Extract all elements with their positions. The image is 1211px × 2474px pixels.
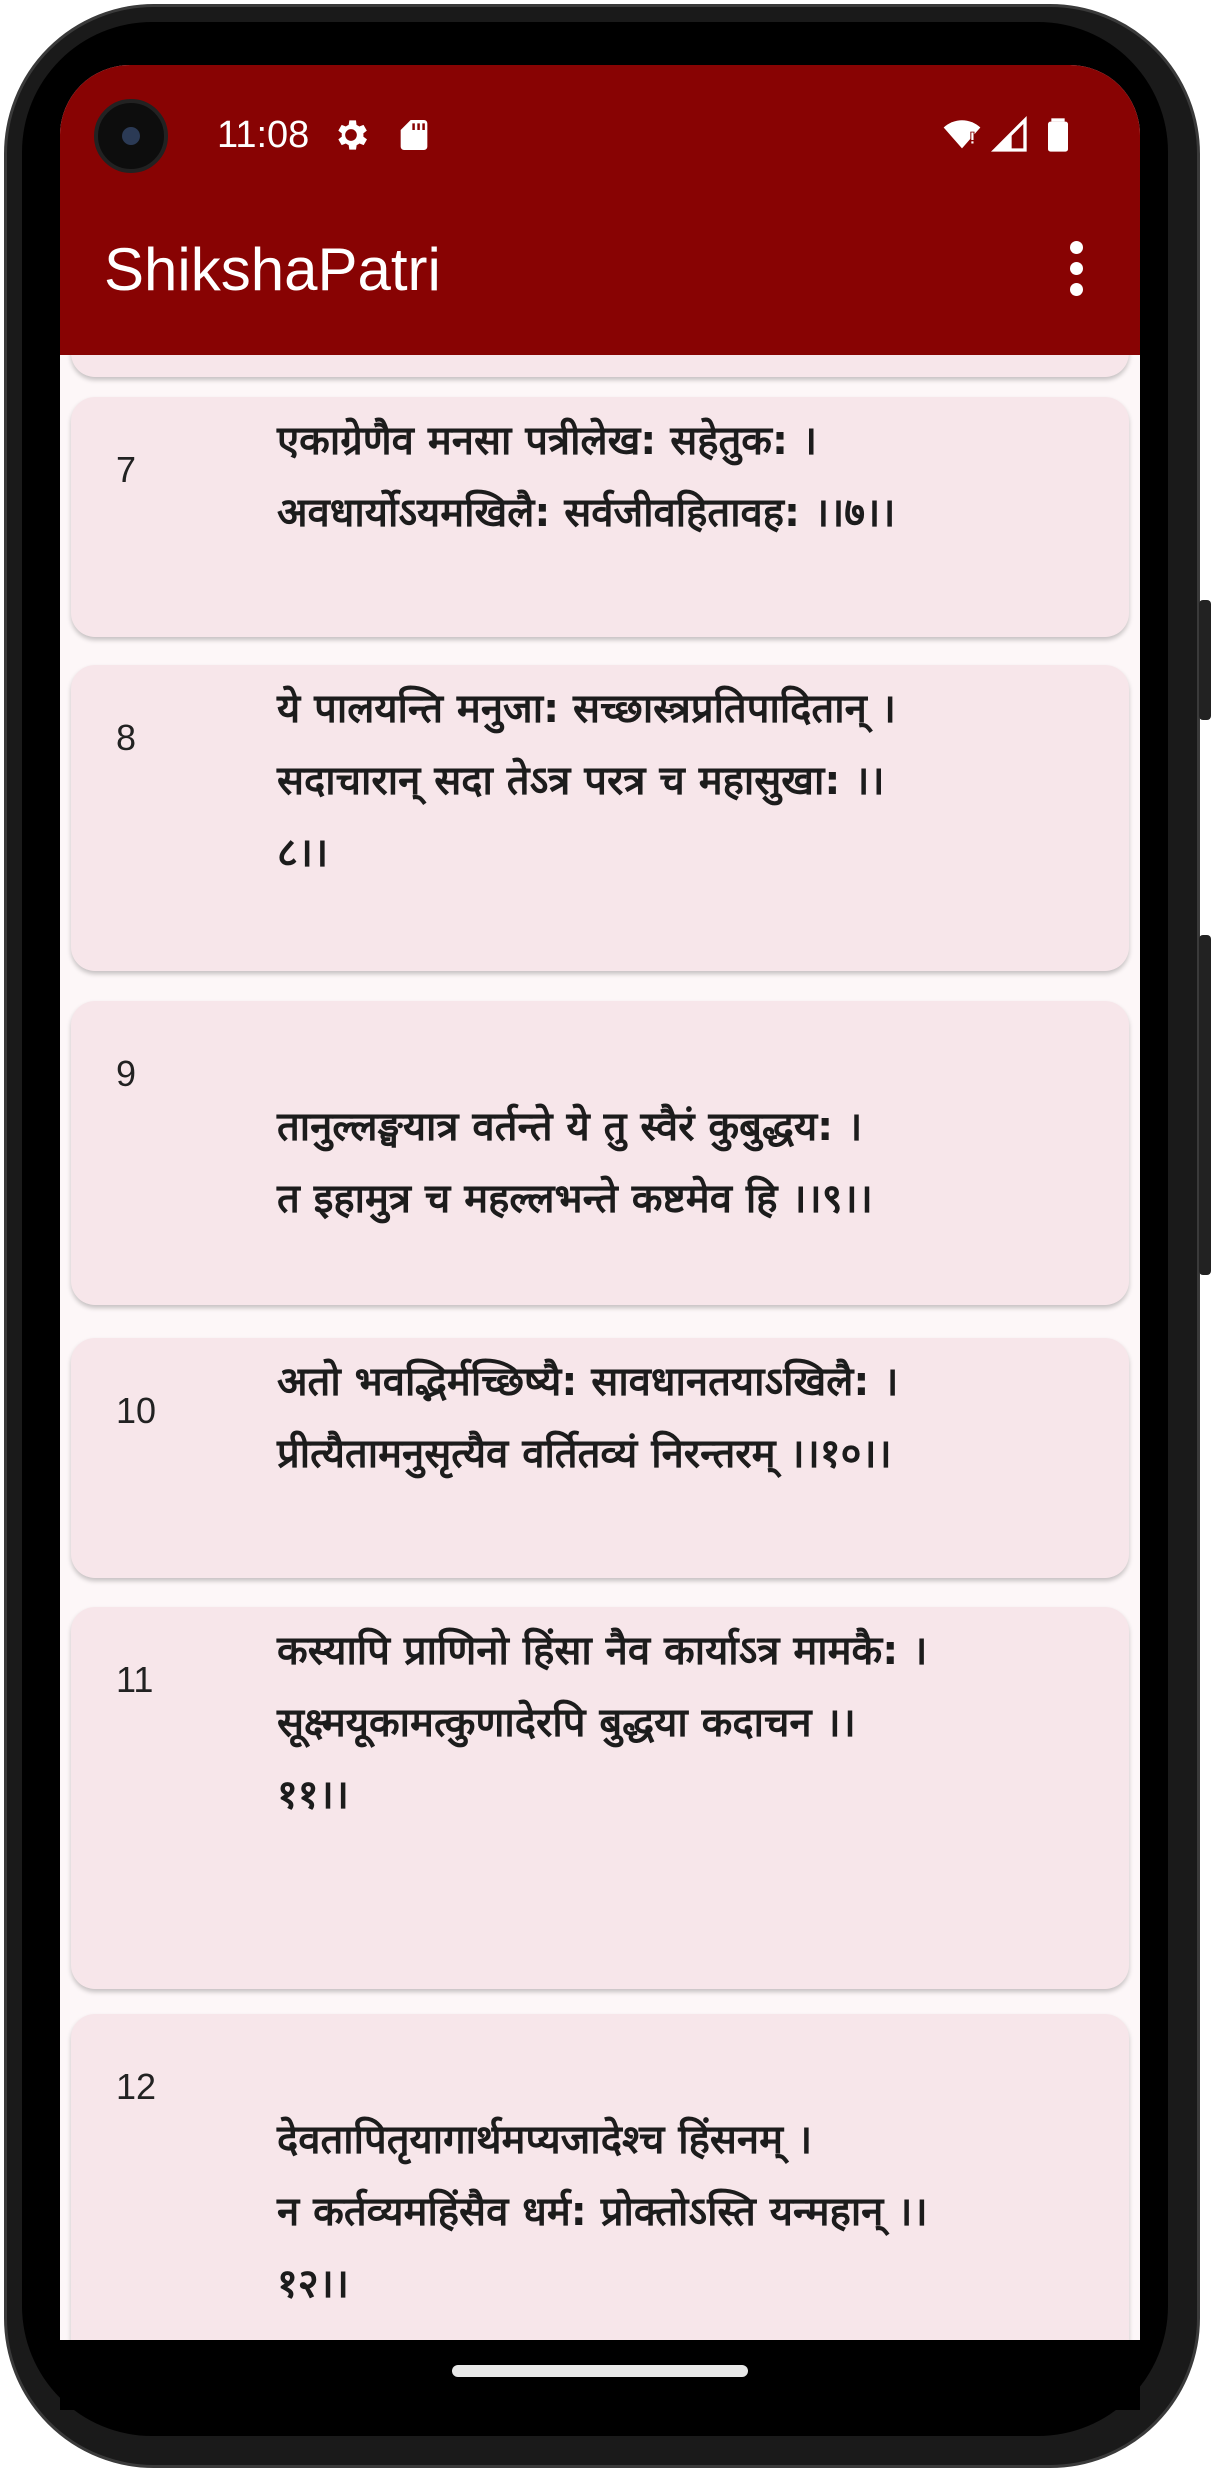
verse-number: 11 (116, 1659, 154, 1700)
list-item[interactable] (71, 355, 1129, 377)
verse-line: देवतापितृयागार्थमप्यजादेश्च हिंसनम् । (277, 2117, 813, 2163)
phone-device: 11:08 ShikshaPatri 7 एकाग्रेणैव मनसा पत्… (0, 0, 1211, 2474)
list-item[interactable]: 7 एकाग्रेणैव मनसा पत्रीलेख: सहेतुक: । अव… (71, 397, 1129, 637)
verse-line: कस्यापि प्राणिनो हिंसा नैव कार्याऽत्र मा… (277, 1628, 928, 1674)
verse-number: 7 (116, 449, 137, 490)
volume-button (1199, 935, 1211, 1275)
settings-gear-icon (338, 120, 367, 150)
verse-text: ये पालयन्ति मनुजा: सच्छास्त्रप्रतिपादिता… (277, 673, 1117, 889)
app-title: ShikshaPatri (104, 236, 441, 303)
front-camera (94, 99, 168, 173)
wifi-icon (943, 120, 981, 149)
verse-line: ये पालयन्ति मनुजा: सच्छास्त्रप्रतिपादिता… (277, 686, 896, 732)
verse-line: ११।। (277, 1772, 349, 1818)
battery-icon (1048, 118, 1068, 152)
verse-number: 9 (116, 1053, 137, 1094)
screen: 11:08 ShikshaPatri 7 एकाग्रेणैव मनसा पत्… (60, 65, 1140, 2340)
app-bar: 11:08 ShikshaPatri (60, 65, 1140, 355)
list-item[interactable]: 9 तानुल्लङ्घयात्र वर्तन्ते ये तु स्वैरं … (71, 1001, 1129, 1305)
list-item[interactable]: 10 अतो भवद्भिर्मच्छिष्यै: सावधानतयाऽखिलै… (71, 1338, 1129, 1578)
verse-number: 12 (116, 2066, 157, 2107)
status-time: 11:08 (217, 114, 310, 156)
verse-line: त इहामुत्र च महल्लभन्ते कष्टमेव हि ।।९।। (277, 1176, 873, 1222)
verse-line: अतो भवद्भिर्मच्छिष्यै: सावधानतयाऽखिलै: । (277, 1359, 899, 1405)
status-bar: 11:08 (60, 65, 1140, 205)
home-gesture-handle[interactable] (452, 2365, 748, 2377)
verse-list[interactable]: 7 एकाग्रेणैव मनसा पत्रीलेख: सहेतुक: । अव… (60, 355, 1140, 2340)
verse-number: 10 (116, 1390, 157, 1431)
verse-line: ८।। (277, 830, 329, 876)
verse-line: प्रीत्यैतामनुसृत्यैव वर्तितव्यं निरन्तरम… (277, 1431, 892, 1477)
verse-text: अतो भवद्भिर्मच्छिष्यै: सावधानतयाऽखिलै: ।… (277, 1346, 1117, 1490)
verse-line: एकाग्रेणैव मनसा पत्रीलेख: सहेतुक: । (277, 418, 818, 464)
list-item[interactable]: 11 कस्यापि प्राणिनो हिंसा नैव कार्याऽत्र… (71, 1607, 1129, 1989)
verse-text: देवतापितृयागार्थमप्यजादेश्च हिंसनम् । न … (277, 2104, 1117, 2320)
verse-text: कस्यापि प्राणिनो हिंसा नैव कार्याऽत्र मा… (277, 1615, 1117, 1831)
verse-line: तानुल्लङ्घयात्र वर्तन्ते ये तु स्वैरं कु… (277, 1104, 863, 1150)
verse-number: 8 (116, 717, 137, 758)
verse-line: न कर्तव्यमहिंसैव धर्म: प्रोक्तोऽस्ति यन्… (277, 2189, 928, 2235)
verse-text: एकाग्रेणैव मनसा पत्रीलेख: सहेतुक: । अवधा… (277, 405, 1117, 549)
verse-line: सदाचारान् सदा तेऽत्र परत्र च महासुखा: ।। (277, 758, 885, 804)
verse-line: १२।। (277, 2261, 349, 2307)
verse-text: तानुल्लङ्घयात्र वर्तन्ते ये तु स्वैरं कु… (277, 1091, 1117, 1235)
verse-line: सूक्ष्मयूकामत्कुणादेरपि बुद्धया कदाचन ।। (277, 1700, 856, 1746)
list-item[interactable]: 8 ये पालयन्ति मनुजा: सच्छास्त्रप्रतिपादि… (71, 665, 1129, 971)
more-vert-icon[interactable] (1056, 233, 1096, 305)
signal-icon (990, 115, 1027, 152)
sd-card-icon (400, 120, 428, 150)
power-button (1199, 600, 1211, 720)
verse-line: अवधार्योऽयमखिलै: सर्वजीवहितावह: ।।७।। (277, 490, 896, 536)
list-item[interactable]: 12 देवतापितृयागार्थमप्यजादेश्च हिंसनम् ।… (71, 2014, 1129, 2340)
